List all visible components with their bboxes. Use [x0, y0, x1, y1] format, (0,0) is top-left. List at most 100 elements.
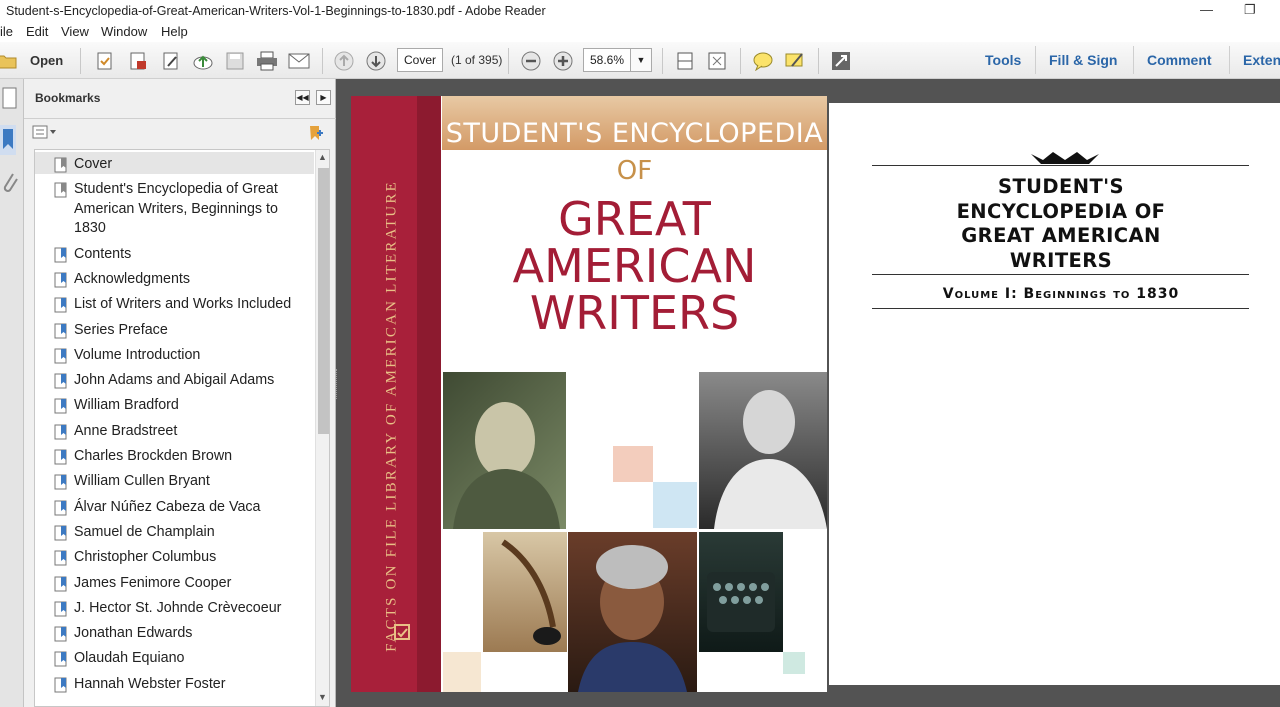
next-page-icon[interactable]	[365, 50, 387, 72]
bookmark-item[interactable]: Anne Bradstreet	[35, 422, 314, 442]
menu-window[interactable]: Window	[101, 24, 147, 39]
open-folder-icon[interactable]	[0, 50, 18, 72]
bookmark-label: Olaudah Equiano	[74, 650, 185, 667]
window-titlebar: Student-s-Encyclopedia-of-Great-American…	[0, 0, 1280, 22]
bookmark-item[interactable]: Hannah Webster Foster	[35, 675, 314, 695]
bookmark-icon	[54, 157, 68, 173]
twain-portrait	[699, 372, 827, 529]
title-page: STUDENT'S ENCYCLOPEDIA OF GREAT AMERICAN…	[829, 103, 1280, 685]
panel-resize-handle[interactable]	[336, 369, 339, 399]
bookmark-item[interactable]: William Cullen Bryant	[35, 472, 314, 492]
menu-file[interactable]: ile	[0, 24, 13, 39]
bookmark-item[interactable]: Samuel de Champlain	[35, 523, 314, 543]
bookmark-icon	[54, 474, 68, 490]
bookmark-item[interactable]: Jonathan Edwards	[35, 624, 314, 644]
new-bookmark-icon[interactable]	[307, 124, 325, 147]
highlight-icon[interactable]	[784, 50, 806, 72]
bookmark-label: Anne Bradstreet	[74, 422, 178, 439]
comment-bubble-icon[interactable]	[752, 50, 774, 72]
previous-page-icon[interactable]	[333, 50, 355, 72]
decor-square	[783, 652, 805, 674]
bookmark-icon	[54, 272, 68, 288]
menu-help[interactable]: Help	[161, 24, 188, 39]
zoom-out-icon[interactable]	[520, 50, 542, 72]
bookmark-icon	[54, 677, 68, 693]
save-icon[interactable]	[224, 50, 246, 72]
cover-main-title: GREAT AMERICAN WRITERS	[442, 196, 827, 337]
page-number-input[interactable]: Cover	[397, 48, 443, 72]
options-menu-icon[interactable]	[32, 125, 58, 144]
collapse-panel-icon[interactable]: ◀◀	[295, 90, 310, 105]
bookmark-label: Student's Encyclopedia of Great American…	[74, 181, 278, 237]
attachments-icon[interactable]	[0, 171, 18, 202]
title-line: ENCYCLOPEDIA OF	[956, 199, 1166, 223]
full-screen-icon[interactable]	[830, 50, 852, 72]
expand-panel-icon[interactable]: ▶	[316, 90, 331, 105]
bookmarks-tab-icon[interactable]	[0, 125, 16, 155]
decor-square	[613, 446, 653, 482]
bookmarks-scrollbar[interactable]: ▲ ▼	[315, 150, 329, 706]
bookmark-item[interactable]: J. Hector St. Johnde Crèvecoeur	[35, 599, 314, 619]
bookmarks-panel: Bookmarks ◀◀ ▶ ▲ ▼ Cover Student's Encycl…	[24, 79, 336, 707]
extended-pane-link[interactable]: Exten	[1243, 52, 1280, 68]
bookmark-label: John Adams and Abigail Adams	[74, 372, 275, 389]
page-thumbnails-icon[interactable]	[2, 87, 18, 114]
bookmark-item[interactable]: Volume Introduction	[35, 346, 314, 366]
bookmark-item[interactable]: Olaudah Equiano	[35, 649, 314, 669]
comment-pane-link[interactable]: Comment	[1147, 52, 1212, 68]
bookmark-item[interactable]: William Bradford	[35, 396, 314, 416]
fit-page-icon[interactable]	[706, 50, 728, 72]
bookmark-item[interactable]: Cover	[35, 155, 314, 175]
bookmark-icon	[54, 373, 68, 389]
cover-page: FACTS ON FILE LIBRARY OF AMERICAN LITERA…	[351, 96, 827, 692]
title-line: GREAT AMERICAN	[961, 224, 1161, 247]
menu-edit[interactable]: Edit	[26, 24, 48, 39]
bookmark-icon	[54, 576, 68, 592]
export-pdf-icon[interactable]	[127, 50, 149, 72]
restore-icon[interactable]: ❐	[1244, 2, 1256, 18]
cover-title-top: STUDENT'S ENCYCLOPEDIA	[445, 118, 824, 149]
bookmark-item[interactable]: List of Writers and Works Included	[35, 295, 314, 315]
menu-view[interactable]: View	[61, 24, 89, 39]
zoom-dropdown-icon[interactable]: ▼	[630, 48, 652, 72]
bookmark-item[interactable]: James Fenimore Cooper	[35, 574, 314, 594]
decor-square	[653, 482, 697, 528]
cover-title-of: OF	[616, 156, 653, 186]
volume-subtitle: Volume I: Beginnings to 1830	[942, 286, 1180, 302]
bookmark-item[interactable]: Student's Encyclopedia of Great American…	[35, 180, 314, 239]
open-button[interactable]: Open	[30, 53, 63, 68]
title-line: WRITERS	[1009, 248, 1113, 272]
scroll-down-icon[interactable]: ▼	[318, 692, 327, 702]
tools-pane-link[interactable]: Tools	[985, 52, 1021, 68]
quill-image	[483, 532, 567, 652]
email-icon[interactable]	[288, 50, 310, 72]
create-pdf-icon[interactable]	[94, 50, 116, 72]
bookmark-icon	[54, 601, 68, 617]
scrollbar-thumb[interactable]	[318, 168, 329, 434]
edit-pdf-icon[interactable]	[160, 50, 182, 72]
bookmark-label: J. Hector St. Johnde Crèvecoeur	[74, 599, 282, 616]
fit-width-icon[interactable]	[674, 50, 696, 72]
bookmarks-toolbar	[24, 119, 336, 147]
bookmark-item[interactable]: Charles Brockden Brown	[35, 447, 314, 467]
bookmark-label: Cover	[74, 156, 113, 172]
bookmark-item[interactable]: Álvar Núñez Cabeza de Vaca	[35, 498, 314, 518]
print-icon[interactable]	[256, 50, 278, 72]
minimize-icon[interactable]: —	[1200, 2, 1213, 17]
bookmark-item[interactable]: Acknowledgments	[35, 270, 314, 290]
bookmark-item[interactable]: Contents	[35, 245, 314, 265]
bookmarks-title: Bookmarks	[35, 91, 101, 105]
bookmark-icon	[54, 182, 68, 198]
zoom-in-icon[interactable]	[552, 50, 574, 72]
fill-sign-pane-link[interactable]: Fill & Sign	[1049, 52, 1117, 68]
bookmark-item[interactable]: Christopher Columbus	[35, 548, 314, 568]
title-rule	[872, 165, 1249, 166]
cover-title-line: WRITERS	[529, 286, 740, 340]
scroll-up-icon[interactable]: ▲	[318, 152, 327, 162]
bookmark-item[interactable]: Series Preface	[35, 321, 314, 341]
upload-cloud-icon[interactable]	[192, 50, 214, 72]
bookmark-label: Acknowledgments	[74, 270, 191, 287]
bookmark-icon	[54, 651, 68, 667]
bookmark-item[interactable]: John Adams and Abigail Adams	[35, 371, 314, 391]
zoom-input[interactable]: 58.6%	[583, 48, 631, 72]
